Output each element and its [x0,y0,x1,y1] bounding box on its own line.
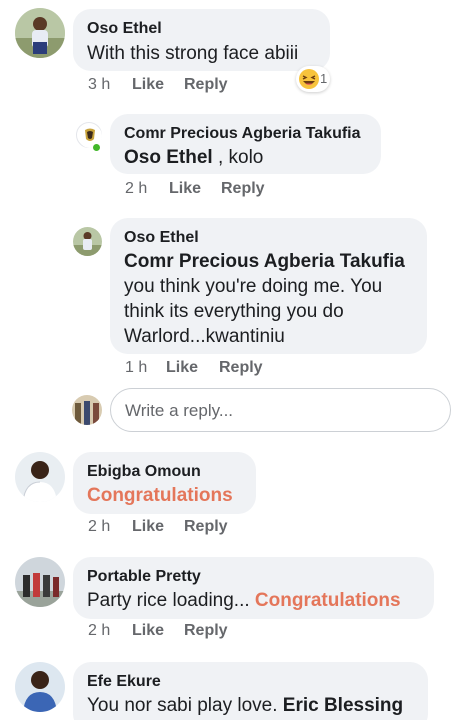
comment-time[interactable]: 2 h [125,179,147,199]
reply-input[interactable]: Write a reply... [110,388,451,432]
comment-text-line: you think you're doing me. You [124,276,383,297]
comment-bubble: Efe Ekure You nor sabi play love. Eric B… [73,662,428,720]
reply-button[interactable]: Reply [184,75,228,95]
comment-bubble: Portable Pretty Party rice loading... Co… [73,557,434,619]
reply-button[interactable]: Reply [221,179,265,199]
reply-button[interactable]: Reply [184,517,228,537]
comment-text: Oso Ethel , kolo [124,147,264,168]
comment-text: Party rice loading... Congratulations [87,590,401,611]
reply-button[interactable]: Reply [219,358,263,378]
comment-author[interactable]: Comr Precious Agberia Takufia [124,124,361,144]
like-button[interactable]: Like [132,517,164,537]
like-button[interactable]: Like [169,179,201,199]
reaction-badge[interactable]: 1 [296,66,330,92]
reply-button[interactable]: Reply [184,621,228,641]
like-button[interactable]: Like [132,621,164,641]
comment-bubble: Oso Ethel With this strong face abiii [73,9,330,71]
comment-text: You nor sabi play love. Eric Blessing [87,695,404,716]
avatar-oso-ethel-small[interactable] [73,227,102,256]
comment-bubble: Comr Precious Agberia Takufia Oso Ethel … [110,114,381,174]
mention-link[interactable]: Eric Blessing [283,695,403,716]
mention-link[interactable]: Comr Precious Agberia Takufia [124,249,405,274]
comment-author[interactable]: Efe Ekure [87,672,161,692]
comment-time[interactable]: 2 h [88,517,110,537]
current-user-avatar [72,395,102,425]
comment-text-line: Warlord...kwantiniu [124,326,285,347]
reply-input-placeholder: Write a reply... [125,401,234,420]
comment-text: Congratulations [87,485,233,506]
comment-author[interactable]: Oso Ethel [124,228,199,248]
comment-time[interactable]: 2 h [88,621,110,641]
avatar-efe-ekure[interactable] [15,662,65,712]
comment-time[interactable]: 3 h [88,75,110,95]
comment-author[interactable]: Oso Ethel [87,19,162,39]
avatar-ebigba-omoun[interactable] [15,452,65,502]
comment-text: With this strong face abiii [87,43,299,64]
comment-text-line: think its everything you do [124,301,344,322]
laughing-emoji-icon [299,69,319,89]
comment-author[interactable]: Ebigba Omoun [87,462,201,482]
comment-bubble: Oso Ethel Comr Precious Agberia Takufia … [110,218,427,354]
comment-bubble: Ebigba Omoun Congratulations [73,452,256,514]
comment-time[interactable]: 1 h [125,358,147,378]
avatar-portable-pretty[interactable] [15,557,65,607]
hashtag-link[interactable]: Congratulations [255,590,401,611]
comment-author[interactable]: Portable Pretty [87,567,201,587]
reaction-count: 1 [320,71,328,86]
like-button[interactable]: Like [166,358,198,378]
avatar-oso-ethel[interactable] [15,8,65,58]
like-button[interactable]: Like [132,75,164,95]
online-indicator [92,143,101,152]
mention-link[interactable]: Oso Ethel [124,147,213,168]
